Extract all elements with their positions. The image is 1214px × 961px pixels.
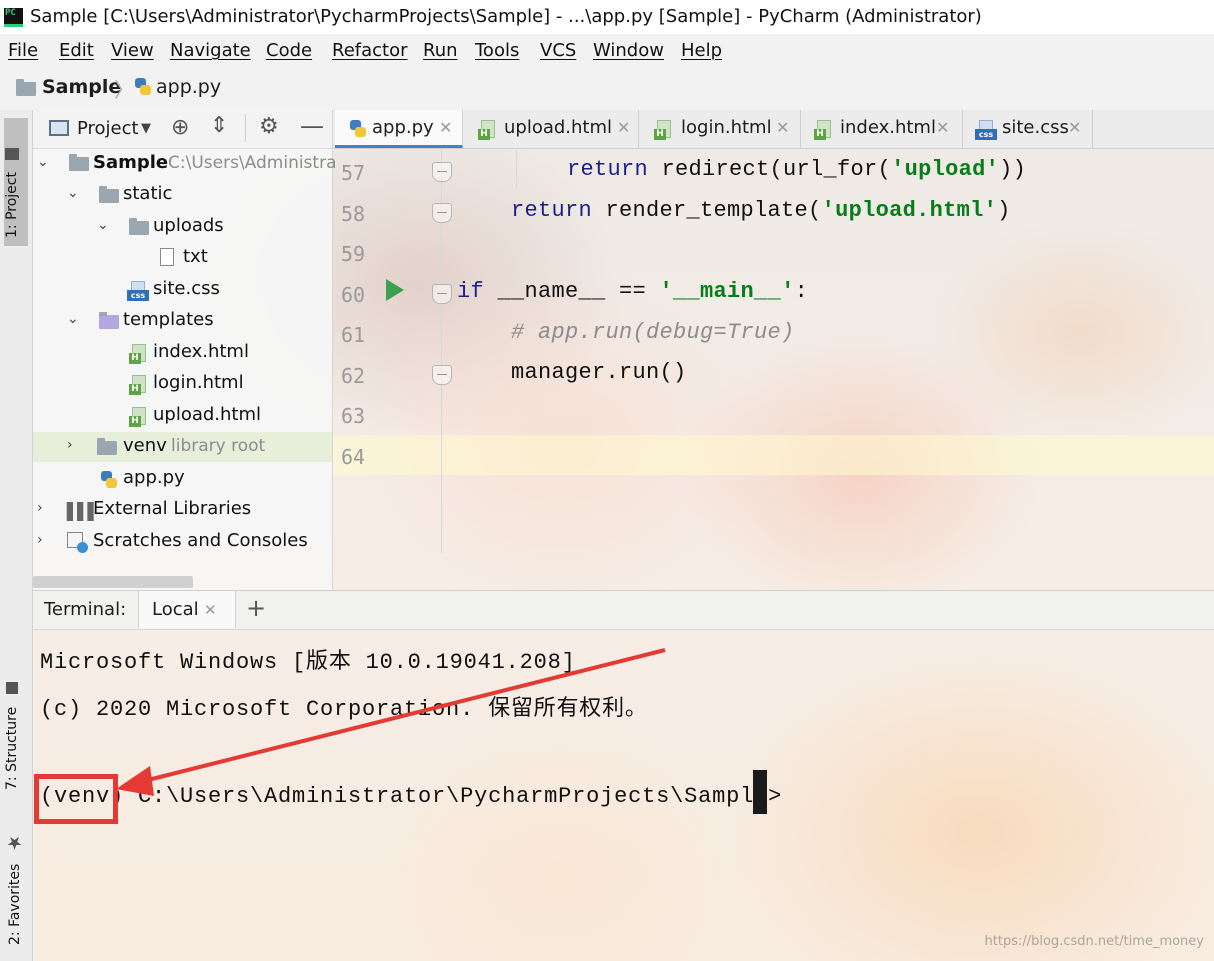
annotation-arrow <box>116 648 666 796</box>
annotation-arrow-head <box>116 766 154 796</box>
annotation-arrow-line <box>139 648 666 784</box>
watermark: https://blog.csdn.net/time_money <box>984 934 1204 949</box>
